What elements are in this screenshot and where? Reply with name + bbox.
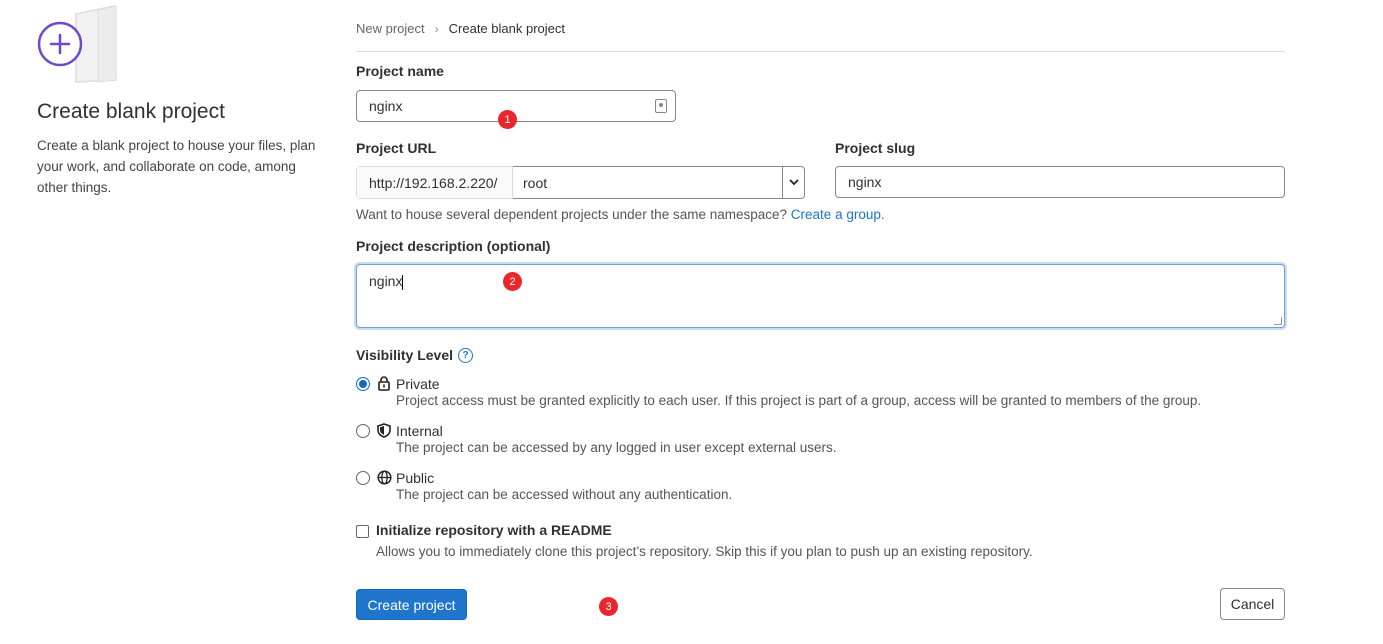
project-name-label: Project name <box>356 63 444 79</box>
cancel-button[interactable]: Cancel <box>1220 588 1285 620</box>
create-group-link[interactable]: Create a group. <box>791 207 885 222</box>
help-circle-icon[interactable]: ? <box>458 347 474 363</box>
chevron-down-icon[interactable] <box>782 167 804 198</box>
initialize-readme-checkbox[interactable] <box>356 525 369 538</box>
shield-icon <box>376 423 392 439</box>
visibility-public-desc: The project can be accessed without any … <box>396 487 733 502</box>
initialize-readme-desc: Allows you to immediately clone this pro… <box>376 544 1033 559</box>
visibility-level-label: Visibility Level ? <box>356 347 474 363</box>
annotation-badge-2: 2 <box>503 272 522 291</box>
namespace-select[interactable]: root <box>513 166 805 199</box>
project-url-group: http://192.168.2.220/ root <box>356 166 805 199</box>
project-description-value: nginx <box>369 273 403 289</box>
initialize-readme-label[interactable]: Initialize repository with a README <box>376 522 612 538</box>
visibility-internal-radio[interactable] <box>356 424 370 438</box>
chevron-right-icon: › <box>434 21 439 36</box>
page-title: Create blank project <box>37 100 225 123</box>
project-description-textarea[interactable]: nginx <box>356 264 1285 328</box>
project-slug-value: nginx <box>848 174 882 190</box>
project-description-label: Project description (optional) <box>356 238 551 254</box>
project-url-label: Project URL <box>356 140 437 156</box>
annotation-badge-1: 1 <box>498 110 517 129</box>
breadcrumb-new-project[interactable]: New project <box>356 21 425 36</box>
project-slug-label: Project slug <box>835 140 916 156</box>
lock-icon <box>376 376 392 392</box>
password-manager-icon[interactable] <box>655 99 667 113</box>
project-url-prefix: http://192.168.2.220/ <box>357 167 513 198</box>
header-divider <box>356 51 1285 52</box>
blank-project-illustration <box>37 5 117 83</box>
help-text: Want to house several dependent projects… <box>356 207 788 222</box>
visibility-private-radio[interactable] <box>356 377 370 391</box>
namespace-help-text: Want to house several dependent projects… <box>356 207 885 222</box>
page-description: Create a blank project to house your fil… <box>37 138 316 195</box>
visibility-public-radio[interactable] <box>356 471 370 485</box>
project-slug-input[interactable]: nginx <box>835 166 1285 198</box>
project-name-value: nginx <box>369 98 403 114</box>
visibility-private-desc: Project access must be granted explicitl… <box>396 393 1202 408</box>
breadcrumb: New project › Create blank project <box>356 21 565 36</box>
visibility-public-label[interactable]: Public <box>396 470 434 486</box>
visibility-internal-label[interactable]: Internal <box>396 423 443 439</box>
text-cursor <box>402 274 404 290</box>
breadcrumb-current[interactable]: Create blank project <box>449 21 565 36</box>
globe-icon <box>376 470 392 486</box>
namespace-value: root <box>523 174 548 191</box>
create-project-button[interactable]: Create project <box>356 589 467 620</box>
resize-handle[interactable] <box>1274 317 1282 325</box>
annotation-badge-3: 3 <box>599 597 618 616</box>
visibility-private-label[interactable]: Private <box>396 376 440 392</box>
visibility-internal-desc: The project can be accessed by any logge… <box>396 440 837 455</box>
visibility-level-text: Visibility Level <box>356 347 454 363</box>
